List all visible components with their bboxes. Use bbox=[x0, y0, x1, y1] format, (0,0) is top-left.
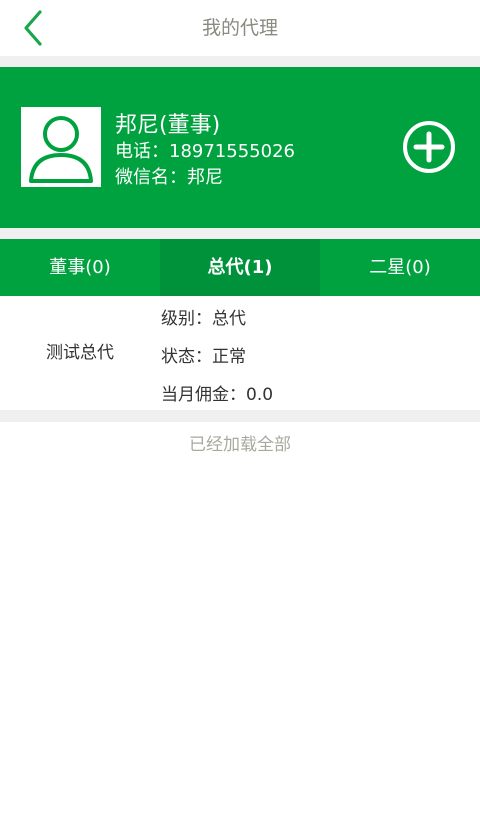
plus-circle-icon bbox=[403, 121, 455, 173]
level-label: 级别： bbox=[161, 309, 212, 329]
level-value: 总代 bbox=[212, 309, 246, 329]
add-agent-button[interactable] bbox=[402, 120, 456, 174]
tab-two-star[interactable]: 二星(0) bbox=[320, 239, 480, 296]
user-icon bbox=[29, 116, 93, 183]
profile-phone: 电话：18971555026 bbox=[115, 137, 295, 163]
wechat-value: 邦尼 bbox=[187, 167, 223, 188]
phone-label: 电话： bbox=[115, 141, 169, 162]
tab-general-agent[interactable]: 总代(1) bbox=[160, 239, 320, 296]
top-bar: 我的代理 bbox=[0, 0, 480, 56]
agent-status: 状态：正常 bbox=[161, 342, 246, 367]
page-title: 我的代理 bbox=[201, 17, 278, 39]
tab-director[interactable]: 董事(0) bbox=[0, 239, 160, 296]
divider bbox=[0, 56, 480, 67]
wechat-label: 微信名： bbox=[115, 167, 187, 188]
status-label: 状态： bbox=[161, 347, 212, 367]
agent-level: 级别：总代 bbox=[161, 304, 246, 329]
agent-commission: 当月佣金：0.0 bbox=[161, 380, 273, 405]
agent-level-tabs: 董事(0) 总代(1) 二星(0) bbox=[0, 239, 480, 296]
avatar bbox=[21, 107, 101, 187]
profile-card: 邦尼(董事) 电话：18971555026 微信名：邦尼 bbox=[0, 67, 480, 228]
load-all-text: 已经加载全部 bbox=[189, 435, 291, 455]
commission-value: 0.0 bbox=[246, 385, 274, 405]
phone-value: 18971555026 bbox=[169, 141, 295, 162]
commission-label: 当月佣金： bbox=[161, 385, 246, 405]
divider bbox=[0, 228, 480, 239]
divider bbox=[0, 410, 480, 422]
agent-name: 测试总代 bbox=[46, 343, 114, 363]
status-value: 正常 bbox=[212, 347, 246, 367]
profile-name: 邦尼(董事) bbox=[115, 113, 221, 138]
profile-wechat: 微信名：邦尼 bbox=[115, 163, 223, 189]
list-item[interactable]: 测试总代 级别：总代 状态：正常 当月佣金：0.0 bbox=[0, 296, 480, 410]
